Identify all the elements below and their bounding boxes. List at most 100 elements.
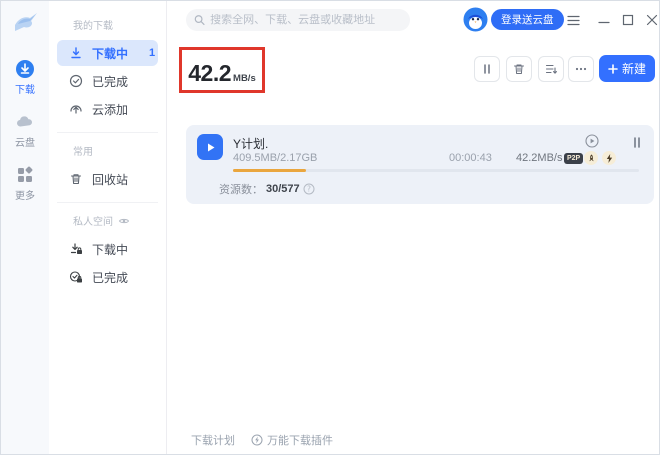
task-title: Y计划. xyxy=(233,137,269,151)
rail-item-cloud[interactable]: 云盘 xyxy=(15,112,35,149)
maximize-icon xyxy=(622,14,634,26)
download-plan-label: 下载计划 xyxy=(191,435,235,447)
primary-rail: 下载 云盘 更多 xyxy=(1,1,49,454)
speed-value: 42.2 xyxy=(188,60,232,86)
pause-icon xyxy=(634,137,640,148)
progress-fill xyxy=(233,169,307,172)
resources-label: 资源数： xyxy=(219,184,263,196)
task-time-remaining: 00:00:43 xyxy=(449,152,492,164)
sidebar-item-label: 云添加 xyxy=(92,102,129,117)
plugin-icon xyxy=(251,434,263,446)
cloud-add-icon xyxy=(70,105,82,114)
pause-all-button[interactable] xyxy=(474,56,500,82)
task-speed: 42.2MB/s xyxy=(516,152,563,164)
sidebar-section-private: 私人空间 xyxy=(73,213,166,228)
more-button[interactable] xyxy=(568,56,594,82)
task-thumbnail[interactable] xyxy=(197,134,223,160)
ellipsis-icon xyxy=(575,67,587,71)
sidebar-item-completed[interactable]: 已完成 xyxy=(57,68,158,94)
sidebar-item-label: 已完成 xyxy=(92,270,129,285)
task-size: 409.5MB/2.17GB xyxy=(233,152,318,164)
resources-line: 资源数： 30/577 ? xyxy=(219,181,315,197)
menu-button[interactable] xyxy=(565,12,581,28)
maximize-button[interactable] xyxy=(620,12,636,28)
rocket-boost-badge[interactable] xyxy=(584,151,598,165)
download-task-card[interactable]: Y计划. 409.5MB/2.17GB 00:00:43 42.2MB/s P2… xyxy=(186,125,654,204)
download-lock-icon xyxy=(70,243,82,254)
sidebar-item-label: 回收站 xyxy=(92,172,129,187)
play-circle-icon xyxy=(585,134,599,148)
section-label: 私人空间 xyxy=(73,217,113,228)
sidebar-item-cloud-add[interactable]: 云添加 xyxy=(57,96,158,122)
sort-list-icon xyxy=(545,64,557,74)
new-task-button[interactable]: 新建 xyxy=(599,55,655,82)
hamburger-icon xyxy=(566,15,580,25)
play-icon xyxy=(207,143,214,151)
universal-plugin-label: 万能下载插件 xyxy=(267,435,333,447)
grid-more-icon xyxy=(18,166,33,182)
close-icon xyxy=(646,14,658,26)
main-panel: 登录送云盘 42.2 MB/s xyxy=(167,1,659,454)
pause-task-button[interactable] xyxy=(632,135,642,153)
rail-item-label: 更多 xyxy=(15,191,35,202)
sort-button[interactable] xyxy=(538,56,564,82)
minimize-icon xyxy=(598,21,610,24)
svg-text:?: ? xyxy=(307,185,311,194)
rocket-icon xyxy=(588,153,594,161)
lightning-boost-badge[interactable] xyxy=(602,151,616,165)
close-button[interactable] xyxy=(644,12,659,28)
login-button[interactable]: 登录送云盘 xyxy=(491,9,564,30)
check-lock-icon xyxy=(69,271,82,283)
sidebar-item-private-completed[interactable]: 已完成 xyxy=(57,264,158,290)
delete-button[interactable] xyxy=(506,56,532,82)
rail-nav: 下载 云盘 更多 xyxy=(15,59,35,202)
section-label: 常用 xyxy=(73,147,93,158)
resources-value: 30/577 xyxy=(266,183,300,195)
avatar[interactable] xyxy=(463,7,488,32)
app-logo-icon xyxy=(15,13,37,31)
sidebar-divider xyxy=(57,132,158,133)
trash-icon xyxy=(70,174,82,185)
sidebar-divider xyxy=(57,202,158,203)
trash-icon xyxy=(514,64,524,74)
speed-annotation-box: 42.2 MB/s xyxy=(179,47,265,93)
rail-item-more[interactable]: 更多 xyxy=(15,165,35,202)
pause-icon xyxy=(484,64,490,74)
plus-icon xyxy=(608,63,618,74)
sidebar: 我的下载 下载中 1 已完成 云添加 常用 回收站 私人空间 下载中 已完成 xyxy=(49,1,167,454)
check-circle-icon xyxy=(69,74,83,88)
cloud-icon xyxy=(16,116,33,127)
p2p-badge: P2P xyxy=(564,153,584,164)
download-circle-icon xyxy=(16,60,34,78)
progress-bar xyxy=(233,169,639,172)
universal-plugin-link[interactable]: 万能下载插件 xyxy=(251,432,333,448)
footer-bar: 下载计划 万能下载插件 xyxy=(191,432,333,448)
minimize-button[interactable] xyxy=(596,12,612,28)
play-task-button[interactable] xyxy=(585,134,599,153)
search-bar[interactable] xyxy=(186,9,410,31)
login-label: 登录送云盘 xyxy=(501,14,554,26)
download-arrow-icon xyxy=(71,47,81,59)
search-input[interactable] xyxy=(210,14,402,26)
new-task-label: 新建 xyxy=(621,62,646,76)
rail-item-download[interactable]: 下载 xyxy=(15,59,35,96)
eye-icon[interactable] xyxy=(118,215,130,227)
app-window: 下载 云盘 更多 我的下载 下载中 1 已完成 云添加 常用 回收站 私人空间 … xyxy=(0,0,660,455)
sidebar-section-my-downloads: 我的下载 xyxy=(73,17,166,32)
sidebar-item-recycle-bin[interactable]: 回收站 xyxy=(57,166,158,192)
sidebar-item-downloading[interactable]: 下载中 1 xyxy=(57,40,158,66)
lightning-icon xyxy=(606,153,612,163)
sidebar-item-label: 已完成 xyxy=(92,74,129,89)
sidebar-item-label: 下载中 xyxy=(92,46,129,61)
speed-unit: MB/s xyxy=(233,73,256,84)
sidebar-item-label: 下载中 xyxy=(92,242,129,257)
sidebar-item-private-downloading[interactable]: 下载中 xyxy=(57,236,158,262)
rail-item-label: 云盘 xyxy=(15,138,35,149)
rail-item-label: 下载 xyxy=(15,85,35,96)
help-icon[interactable]: ? xyxy=(303,183,315,195)
sidebar-section-common: 常用 xyxy=(73,143,166,158)
downloading-count: 1 xyxy=(149,47,156,59)
section-label: 我的下载 xyxy=(73,21,113,32)
search-icon xyxy=(194,15,205,26)
download-plan-link[interactable]: 下载计划 xyxy=(191,432,235,448)
